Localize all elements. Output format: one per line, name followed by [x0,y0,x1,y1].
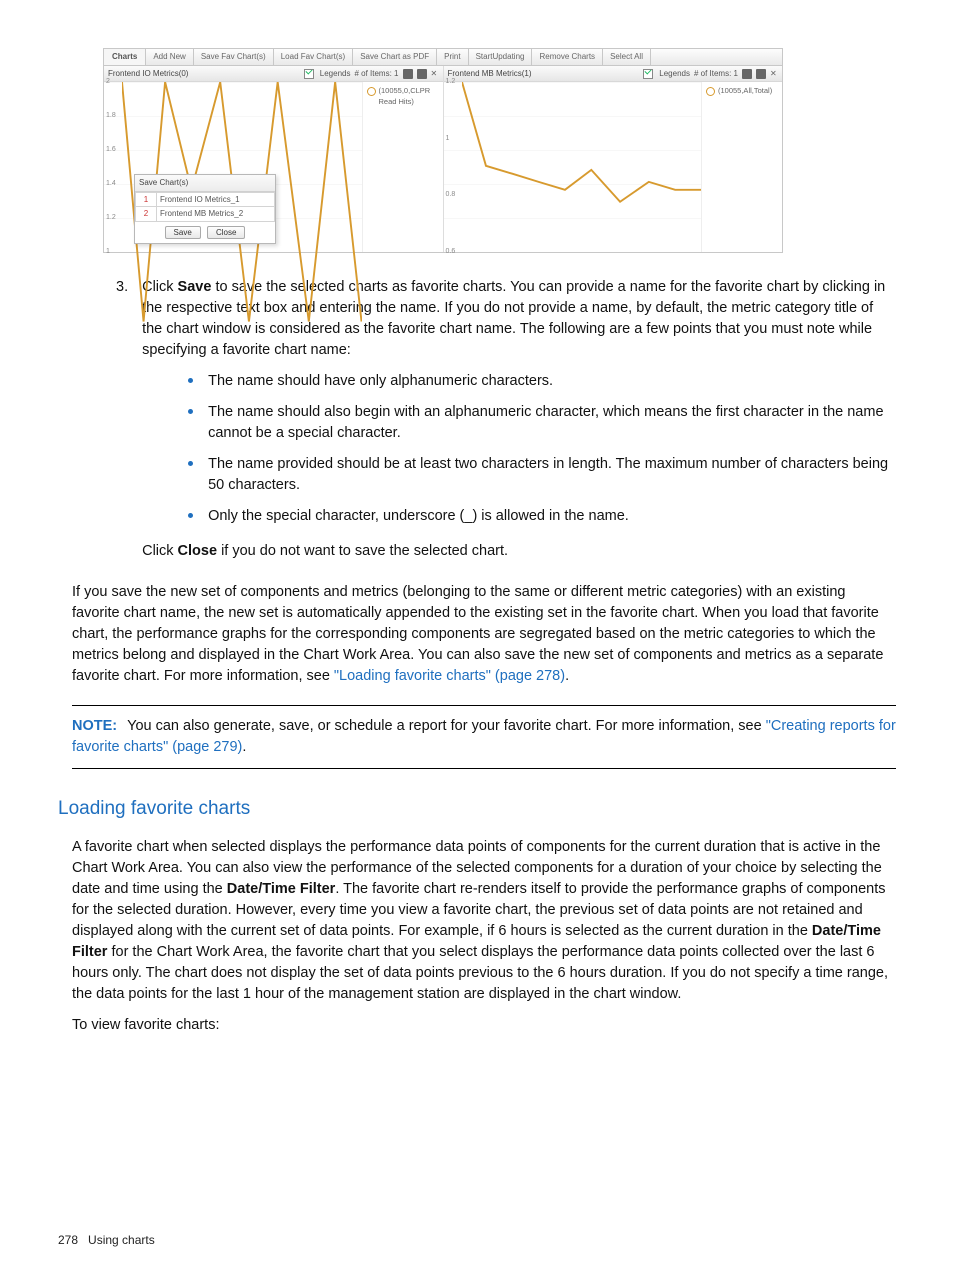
footer-section-title: Using charts [88,1233,155,1247]
app-toolbar: Charts Add New Save Fav Chart(s) Load Fa… [104,49,782,66]
legend-text-0: (10055,0,CLPR Read Hits) [379,86,439,108]
close-icon[interactable]: ✕ [431,70,439,78]
close-text-2: if you do not want to save the selected … [217,543,508,559]
legend-swatch-icon [367,87,376,96]
y-tick-label: 1.8 [106,111,116,121]
toolbar-load-fav[interactable]: Load Fav Chart(s) [274,49,353,65]
toolbar-print[interactable]: Print [437,49,468,65]
lfc-p2: To view favorite charts: [72,1015,896,1036]
y-tick-label: 1.4 [106,179,116,189]
note-tail: . [242,739,246,755]
lfc-bold-1: Date/Time Filter [227,881,336,897]
legend-1: (10055,All,Total) [701,82,782,252]
chart-type-icon[interactable] [403,69,413,79]
toolbar-save-fav[interactable]: Save Fav Chart(s) [194,49,274,65]
legends-checkbox-icon[interactable] [643,69,653,79]
dialog-title: Save Chart(s) [135,175,275,192]
save-charts-dialog: Save Chart(s) 1 Frontend IO Metrics_1 2 … [134,174,276,244]
legend-0: (10055,0,CLPR Read Hits) [362,82,443,252]
bullet-item: The name should also begin with an alpha… [188,402,896,444]
dialog-row-name-input[interactable]: Frontend MB Metrics_2 [157,207,275,222]
toolbar-add-new[interactable]: Add New [146,49,193,65]
chart-title-0: Frontend IO Metrics(0) [108,68,304,80]
toolbar-start-updating[interactable]: StartUpdating [469,49,533,65]
note-text: You can also generate, save, or schedule… [127,718,766,734]
y-tick-label: 1.2 [446,77,456,87]
y-tick-label: 0.8 [446,190,456,200]
dialog-row-index: 2 [136,207,157,222]
y-tick-label: 1.6 [106,145,116,155]
section-heading: Loading favorite charts [58,795,896,823]
legend-swatch-icon [706,87,715,96]
para2-tail: . [565,668,569,684]
y-tick-label: 1.2 [106,213,116,223]
items-count: # of Items: 1 [354,68,398,80]
dialog-row: 2 Frontend MB Metrics_2 [136,207,275,222]
y-tick-label: 2 [106,77,110,87]
y-tick-label: 1 [446,134,450,144]
dialog-close-button[interactable]: Close [207,226,245,239]
chart-panel-0: Frontend IO Metrics(0) Legends # of Item… [104,66,444,252]
chart-settings-icon[interactable] [417,69,427,79]
legends-label: Legends [320,68,351,80]
chart-type-icon[interactable] [742,69,752,79]
chart-title-1: Frontend MB Metrics(1) [448,68,644,80]
page-footer: 278 Using charts [58,1232,155,1249]
bullet-item: Only the special character, underscore (… [188,506,896,527]
link-loading-favorite-charts[interactable]: "Loading favorite charts" (page 278) [334,668,565,684]
app-screenshot: Charts Add New Save Fav Chart(s) Load Fa… [103,48,896,253]
chart-panel-1: Frontend MB Metrics(1) Legends # of Item… [444,66,783,252]
note-label: NOTE: [72,718,117,734]
note-box: NOTE: You can also generate, save, or sch… [72,705,896,769]
toolbar-select-all[interactable]: Select All [603,49,651,65]
legend-text-1: (10055,All,Total) [718,86,772,97]
y-tick-label: 0.6 [446,247,456,257]
toolbar-remove-charts[interactable]: Remove Charts [532,49,603,65]
legends-checkbox-icon[interactable] [304,69,314,79]
close-text-1: Click [142,543,177,559]
dialog-save-button[interactable]: Save [165,226,201,239]
close-icon[interactable]: ✕ [770,70,778,78]
legends-label: Legends [659,68,690,80]
dialog-row-name-input[interactable]: Frontend IO Metrics_1 [157,192,275,207]
y-tick-label: 1 [106,247,110,257]
dialog-row: 1 Frontend IO Metrics_1 [136,192,275,207]
tab-charts[interactable]: Charts [104,49,146,65]
chart-settings-icon[interactable] [756,69,766,79]
close-bold: Close [178,543,218,559]
bullet-item: The name provided should be at least two… [188,454,896,496]
lfc-p1-c: for the Chart Work Area, the favorite ch… [72,944,888,1002]
dialog-row-index: 1 [136,192,157,207]
bullet-item: The name should have only alphanumeric c… [188,371,896,392]
footer-page-number: 278 [58,1233,78,1247]
chart-plot-1: 1.210.80.6 [444,82,702,252]
items-count: # of Items: 1 [694,68,738,80]
toolbar-save-pdf[interactable]: Save Chart as PDF [353,49,437,65]
